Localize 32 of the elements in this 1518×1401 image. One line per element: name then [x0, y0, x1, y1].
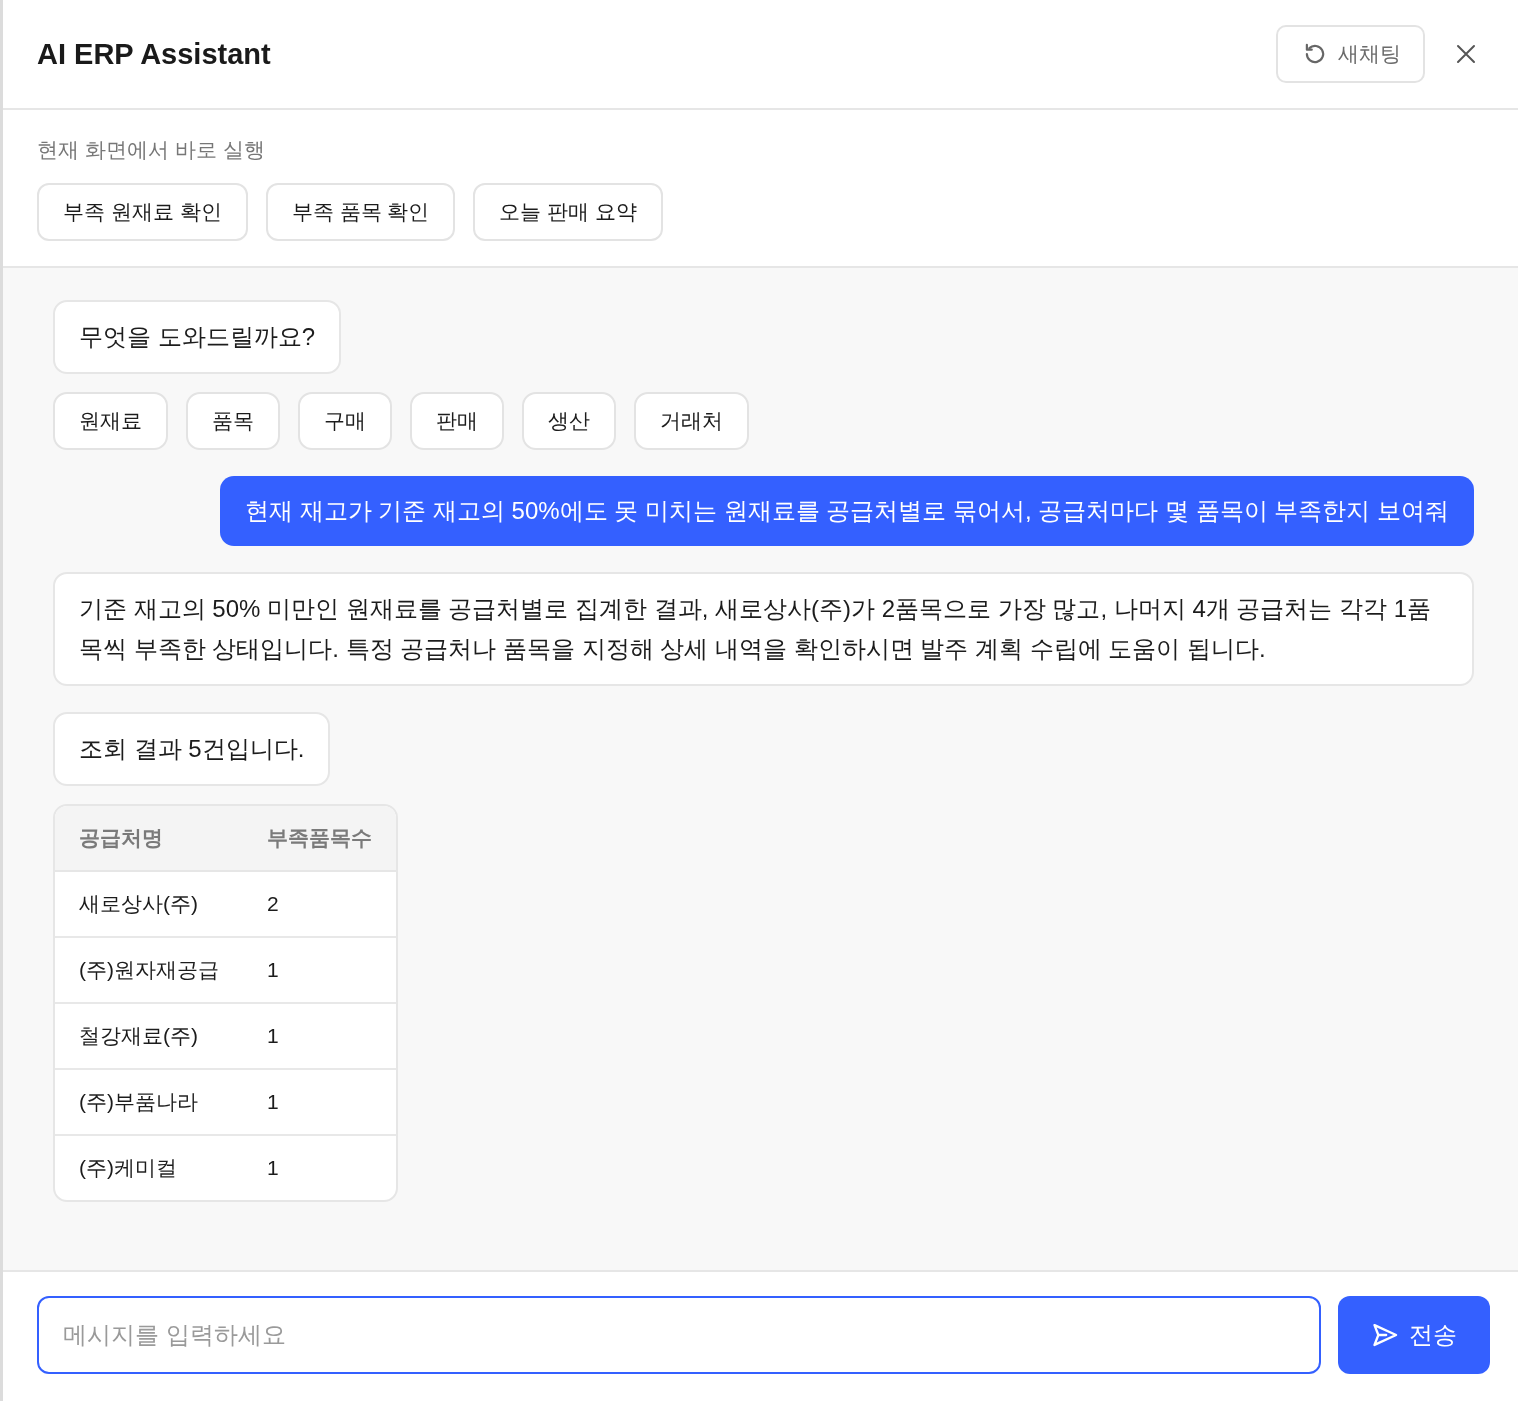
close-icon: [1456, 44, 1476, 64]
send-button[interactable]: 전송: [1338, 1296, 1490, 1374]
table-cell-text: (주)원자재공급: [79, 957, 219, 983]
table-cell-text: 새로상사(주): [79, 891, 198, 917]
quick-action-button[interactable]: 오늘 판매 요약: [473, 183, 663, 241]
topic-chip[interactable]: 거래처: [634, 392, 749, 450]
table-cell: 1: [267, 1156, 279, 1180]
section-label: 현재 화면에서 바로 실행: [37, 137, 265, 163]
table-cell-text: (주)부품나라: [79, 1089, 198, 1115]
topic-chip[interactable]: 생산: [522, 392, 616, 450]
panel-title: AI ERP Assistant: [37, 37, 271, 71]
table-cell: 2: [267, 892, 279, 916]
column-header: 공급처명: [79, 825, 163, 851]
quick-action-button[interactable]: 부족 품목 확인: [265, 183, 456, 241]
send-icon: [1371, 1321, 1399, 1349]
new-chat-button[interactable]: 새채팅: [1276, 25, 1425, 83]
assistant-message: 무엇을 도와드릴까요?: [53, 300, 341, 374]
user-message: 현재 재고가 기준 재고의 50%에도 못 미치는 원재료를 공급처별로 묶어서, 공급처마다 몇 품목이 부족한지 보여줘: [219, 476, 1474, 546]
assistant-message: 조회 결과 5건입니다.: [53, 712, 331, 786]
topic-chip[interactable]: 원재료: [53, 392, 168, 450]
table-cell: 1: [267, 1024, 279, 1048]
topic-chip[interactable]: 구매: [298, 392, 392, 450]
topic-chip[interactable]: 판매: [410, 392, 504, 450]
assistant-message: 기준 재고의 50% 미만인 원재료를 공급처별로 집계한 결과, 새로상사(주)가 2품목으로 가장 많고, 나머지 4개 공급처는 각각 1품목씩 부족한 상태입니다. 특정 공급처나 품목을 지정해 상세 내역을 확인하시면 발주 계획 수립에 도움이 됩니다.: [53, 572, 1474, 686]
table-cell-text: 철강재료(주): [79, 1023, 198, 1049]
table-cell: 1: [267, 958, 279, 982]
topic-chip[interactable]: 품목: [186, 392, 280, 450]
table-cell-text: (주)케미컬: [79, 1155, 177, 1181]
message-input[interactable]: 메시지를 입력하세요: [37, 1296, 1321, 1374]
column-header: 부족품목수: [267, 825, 372, 851]
quick-action-button[interactable]: 부족 원재료 확인: [37, 183, 248, 241]
table-cell: 1: [267, 1090, 279, 1114]
